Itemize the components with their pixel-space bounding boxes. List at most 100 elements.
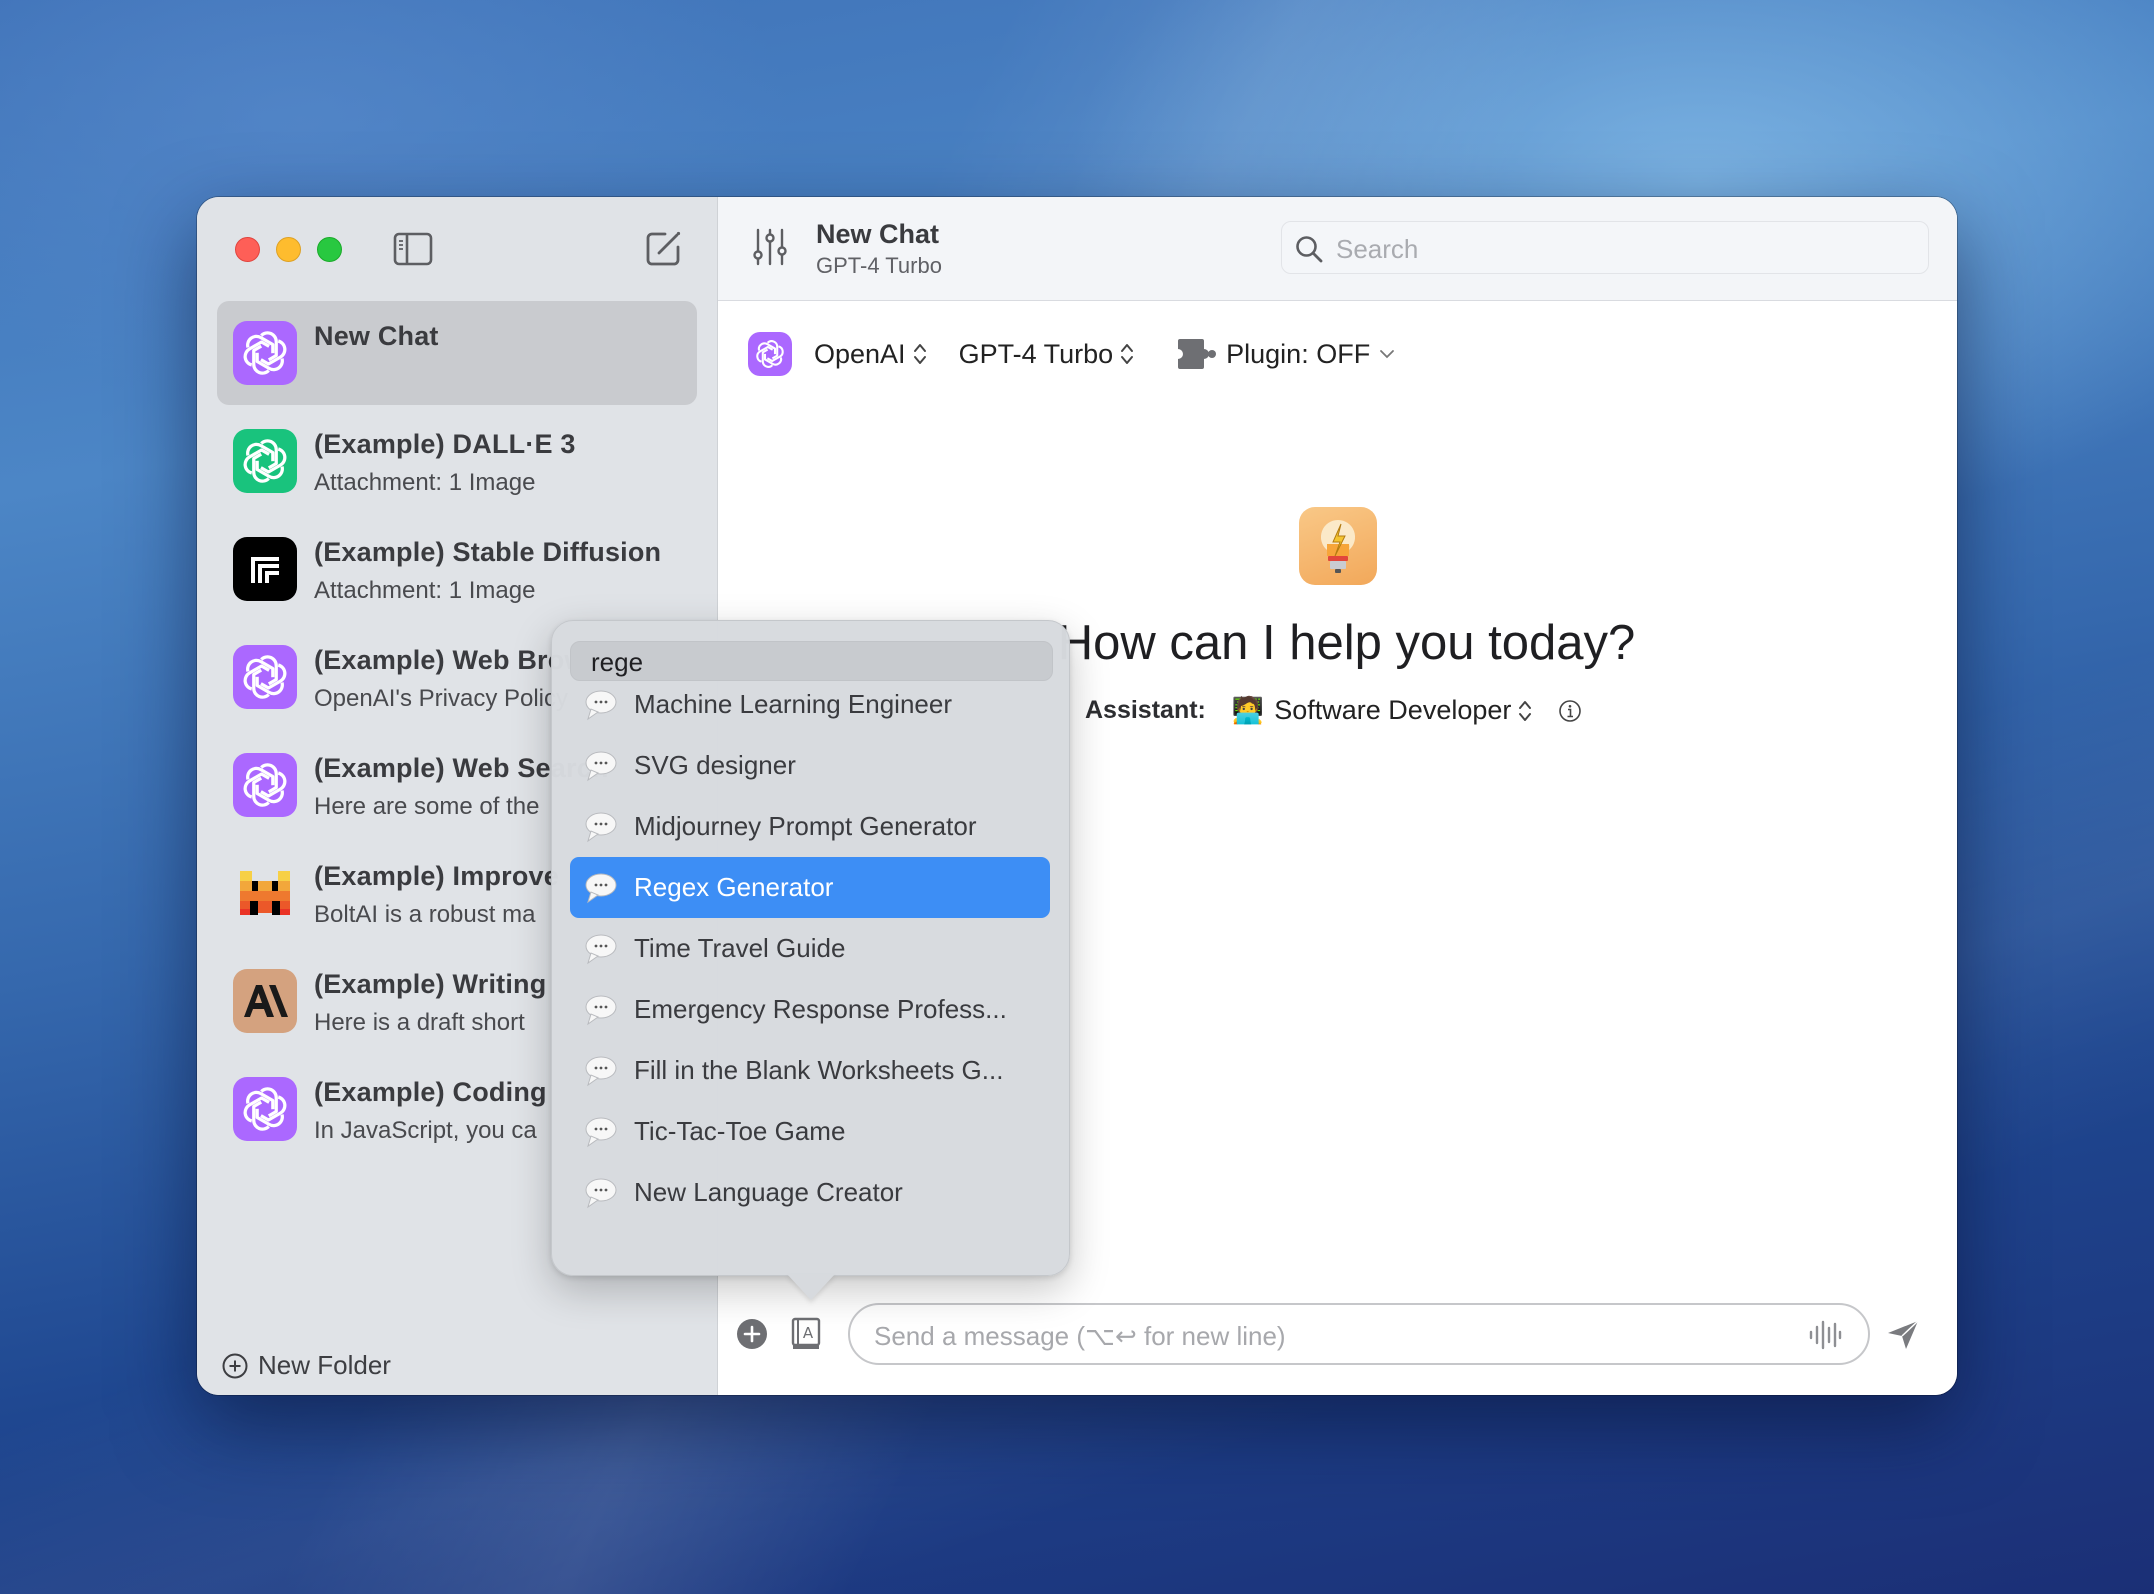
prompt-list-item[interactable]: Fill in the Blank Worksheets G...: [570, 1040, 1050, 1101]
chat-item-title: (Example) Improve: [314, 861, 559, 891]
chat-list-item[interactable]: New Chat: [217, 301, 697, 405]
prompt-item-label: Time Travel Guide: [634, 933, 846, 963]
openai-logo-icon: [233, 429, 297, 493]
chat-list-item[interactable]: (Example) Stable Diffusion Attachment: 1 …: [217, 517, 697, 621]
model-select[interactable]: GPT-4 Turbo: [959, 339, 1135, 370]
speech-bubble-icon: [585, 873, 617, 903]
prompt-item-label: SVG designer: [634, 750, 796, 780]
mistral-logo-icon: [233, 861, 297, 925]
new-folder-label: New Folder: [258, 1350, 391, 1380]
message-field[interactable]: [848, 1303, 1870, 1365]
zoom-window-button[interactable]: [317, 237, 342, 262]
chat-item-preview: In JavaScript, you ca: [314, 1117, 537, 1144]
openai-logo-icon: [233, 1077, 297, 1141]
sliders-icon: [753, 228, 787, 266]
composer-actions: A: [736, 1317, 822, 1351]
popover-arrow: [787, 1274, 835, 1300]
model-bar: OpenAI GPT-4 Turbo Plugin: OFF: [748, 329, 1396, 379]
voice-input-icon[interactable]: [1808, 1319, 1842, 1351]
plus-circle-icon: [222, 1353, 248, 1378]
window-controls: [235, 237, 342, 262]
chat-item-preview: Attachment: 1 Image: [314, 577, 536, 604]
assistant-select[interactable]: 🧑‍💻 Software Developer: [1232, 695, 1533, 726]
prompt-library-popover: Digital Art Gallery GuideMachine Learnin…: [551, 620, 1070, 1276]
info-icon[interactable]: [1558, 699, 1582, 723]
updown-chevron-icon: [1121, 344, 1134, 364]
search-field[interactable]: [1281, 221, 1929, 274]
send-button[interactable]: [1886, 1319, 1920, 1351]
chat-item-preview: BoltAI is a robust ma: [314, 901, 536, 928]
prompt-list-item[interactable]: New Language Creator: [570, 1162, 1050, 1223]
speech-bubble-icon: [585, 751, 617, 781]
provider-select[interactable]: OpenAI: [814, 339, 927, 370]
provider-logo: [748, 332, 792, 376]
prompt-list-item[interactable]: Midjourney Prompt Generator: [570, 796, 1050, 857]
prompt-list-item[interactable]: Regex Generator: [570, 857, 1050, 918]
chat-item-title: (Example) Stable Diffusion: [314, 537, 662, 567]
chat-item-title: New Chat: [314, 321, 439, 351]
add-attachment-button[interactable]: [736, 1318, 768, 1350]
assistant-selector-row: Assistant: 🧑‍💻 Software Developer: [1085, 695, 1582, 726]
prompt-library-button[interactable]: A: [790, 1317, 822, 1351]
assistant-label: Assistant:: [1085, 696, 1206, 724]
chat-item-title: (Example) Writing: [314, 969, 547, 999]
prompt-item-label: Machine Learning Engineer: [634, 689, 952, 719]
speech-bubble-icon: [585, 995, 617, 1025]
sidebar-toggle-icon: [393, 232, 433, 266]
chat-item-preview: OpenAI's Privacy Policy: [314, 685, 569, 712]
updown-chevron-icon: [913, 344, 926, 364]
prompt-list-item[interactable]: Machine Learning Engineer: [570, 674, 1050, 735]
prompt-item-label: Midjourney Prompt Generator: [634, 811, 977, 841]
speech-bubble-icon: [585, 934, 617, 964]
prompt-list-item[interactable]: SVG designer: [570, 735, 1050, 796]
chat-item-preview: Attachment: 1 Image: [314, 469, 536, 496]
openai-logo-icon: [233, 321, 297, 385]
plugin-status: Plugin: OFF: [1226, 338, 1371, 369]
chat-list-item[interactable]: (Example) DALL·E 3 Attachment: 1 Image: [217, 409, 697, 513]
chat-model-subtitle: GPT-4 Turbo: [816, 253, 942, 278]
stability-logo-icon: [233, 537, 297, 601]
message-input[interactable]: [872, 1317, 1776, 1355]
speech-bubble-icon: [585, 812, 617, 842]
technologist-emoji-icon: 🧑‍💻: [1231, 695, 1265, 725]
lightbulb-icon: [1320, 519, 1356, 573]
puzzle-piece-icon: [1178, 339, 1217, 369]
chat-item-title: (Example) DALL·E 3: [314, 429, 576, 459]
openai-logo-icon: [233, 645, 297, 709]
prompt-list-item[interactable]: Time Travel Guide: [570, 918, 1050, 979]
provider-value: OpenAI: [814, 338, 906, 369]
prompt-search-field[interactable]: [570, 641, 1053, 681]
openai-logo-icon: [233, 753, 297, 817]
speech-bubble-icon: [585, 1117, 617, 1147]
prompt-list: Digital Art Gallery GuideMachine Learnin…: [570, 649, 1050, 1259]
prompt-list-item[interactable]: Tic-Tac-Toe Game: [570, 1101, 1050, 1162]
chat-item-title: (Example) Coding: [314, 1077, 547, 1107]
assistant-value: Software Developer: [1274, 695, 1512, 725]
app-window: New Chat (Example) DALL·E 3 Attachment: 1 …: [197, 197, 1957, 1395]
chat-header: New Chat GPT-4 Turbo: [718, 197, 1957, 301]
new-folder-button[interactable]: New Folder: [222, 1350, 391, 1381]
new-chat-button[interactable]: [645, 229, 683, 267]
chat-item-preview: Here are some of the: [314, 793, 540, 820]
assistant-avatar: [1299, 507, 1377, 585]
prompt-item-label: Fill in the Blank Worksheets G...: [634, 1055, 1004, 1085]
search-input[interactable]: [1334, 230, 1918, 268]
anthropic-logo-icon: [233, 969, 297, 1033]
chat-item-preview: Here is a draft short: [314, 1009, 525, 1036]
chevron-down-icon: [1380, 350, 1395, 359]
prompt-list-item[interactable]: Emergency Response Profess...: [570, 979, 1050, 1040]
minimize-window-button[interactable]: [276, 237, 301, 262]
speech-bubble-icon: [585, 1178, 617, 1208]
svg-text:A: A: [803, 1324, 814, 1342]
prompt-search-input[interactable]: [589, 644, 1033, 680]
close-window-button[interactable]: [235, 237, 260, 262]
chat-title: New Chat: [816, 219, 940, 249]
compose-icon: [646, 231, 681, 266]
toggle-sidebar-button[interactable]: [393, 232, 433, 266]
speech-bubble-icon: [585, 1056, 617, 1086]
prompt-item-label: New Language Creator: [634, 1177, 903, 1207]
search-icon: [1296, 236, 1323, 263]
model-value: GPT-4 Turbo: [958, 338, 1114, 369]
chat-settings-button[interactable]: [752, 227, 788, 267]
plugin-toggle-menu[interactable]: Plugin: OFF: [1176, 337, 1396, 371]
